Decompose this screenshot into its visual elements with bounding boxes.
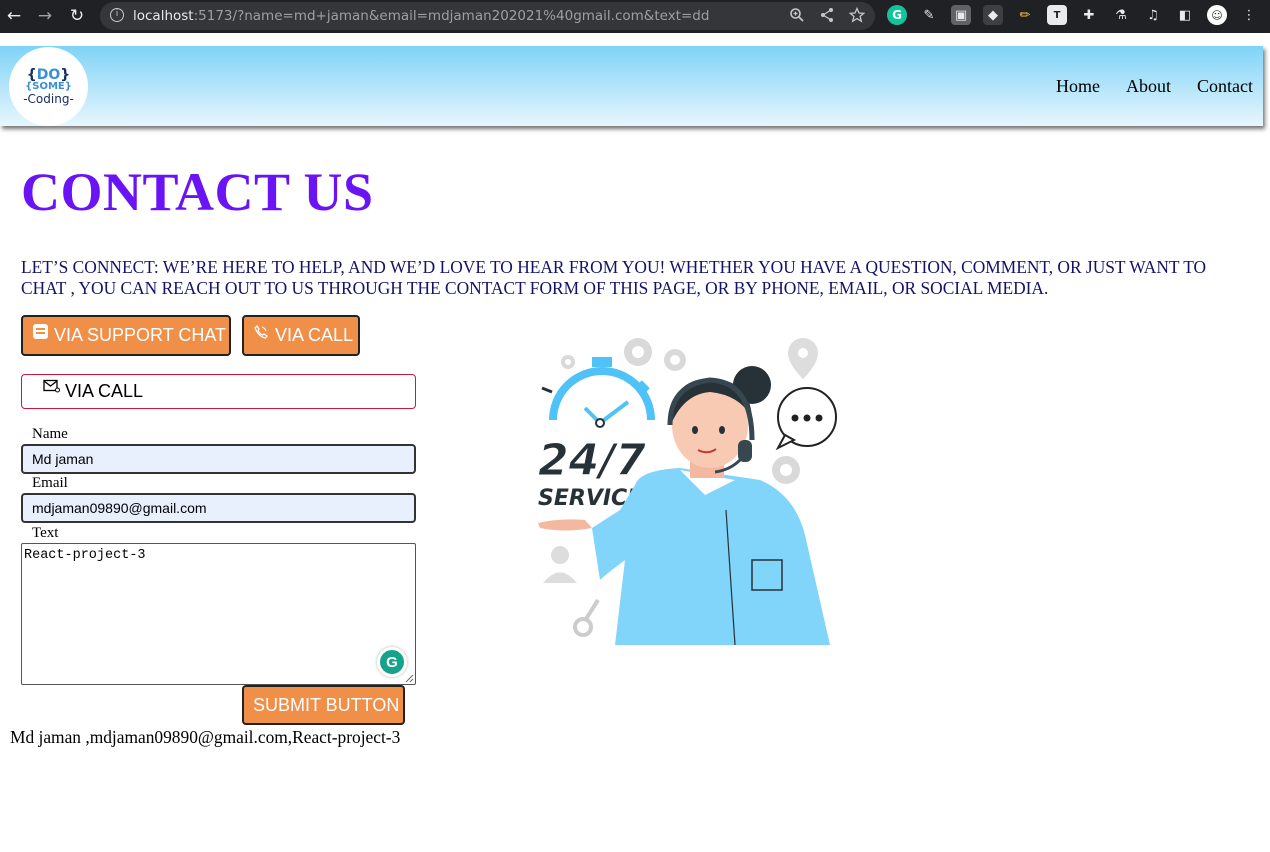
customer-service-illustration: 24/7 SERVICE bbox=[538, 338, 837, 645]
page-title: CONTACT US bbox=[21, 162, 374, 222]
site-info-icon[interactable]: i bbox=[110, 8, 124, 22]
name-label: Name bbox=[32, 426, 68, 442]
nav-about[interactable]: About bbox=[1126, 76, 1171, 97]
mail-icon bbox=[43, 379, 60, 397]
grammarly-extension-icon[interactable]: G bbox=[887, 5, 907, 25]
address-bar[interactable]: i localhost:5173/?name=md+jaman&email=md… bbox=[100, 2, 875, 30]
browser-toolbar: ← → ↻ i localhost:5173/?name=md+jaman&em… bbox=[0, 0, 1270, 33]
resize-handle-icon[interactable] bbox=[405, 674, 414, 683]
phone-icon bbox=[253, 324, 269, 340]
key-icon bbox=[573, 598, 600, 637]
media-icon[interactable]: ♫ bbox=[1143, 5, 1163, 25]
nav-contact[interactable]: Contact bbox=[1197, 76, 1253, 97]
extension-icon[interactable]: ▣ bbox=[951, 5, 971, 25]
illustration-24-7-text: 24/7 bbox=[538, 435, 646, 486]
email-input[interactable]: mdjaman09890@gmail.com bbox=[21, 493, 416, 523]
name-input[interactable]: Md jaman bbox=[21, 444, 416, 474]
pencil-extension-icon[interactable]: ✏ bbox=[1015, 5, 1035, 25]
zoom-icon[interactable] bbox=[789, 7, 805, 23]
submit-button[interactable]: SUBMIT BUTTON bbox=[242, 685, 405, 725]
speech-bubble-icon bbox=[775, 387, 837, 451]
url-text: localhost:5173/?name=md+jaman&email=mdja… bbox=[133, 8, 710, 24]
text-label: Text bbox=[32, 525, 59, 541]
bookmark-star-icon[interactable] bbox=[849, 7, 865, 23]
grammarly-icon[interactable]: G bbox=[377, 647, 407, 677]
forward-icon[interactable]: → bbox=[33, 4, 57, 28]
email-contact-button[interactable]: VIA CALL bbox=[21, 374, 416, 409]
extension-icon[interactable]: ◆ bbox=[983, 5, 1003, 25]
submitted-output: Md jaman ,mdjaman09890@gmail.com,React-p… bbox=[10, 727, 401, 747]
logo[interactable]: {DO} {SOME} -Coding- bbox=[9, 47, 88, 126]
support-chat-button[interactable]: VIA SUPPORT CHAT bbox=[21, 315, 231, 356]
main-nav: Home About Contact bbox=[1056, 76, 1253, 97]
profile-avatar[interactable]: ☺ bbox=[1207, 5, 1227, 25]
location-pin-icon bbox=[788, 338, 818, 379]
user-icon bbox=[543, 546, 577, 583]
call-button[interactable]: VIA CALL bbox=[242, 315, 360, 356]
text-extension-icon[interactable]: T bbox=[1047, 5, 1067, 25]
reload-icon[interactable]: ↻ bbox=[65, 4, 89, 28]
side-panel-icon[interactable]: ◧ bbox=[1175, 5, 1195, 25]
flask-icon[interactable]: ⚗ bbox=[1111, 5, 1131, 25]
menu-icon[interactable]: ⋮ bbox=[1239, 5, 1259, 25]
puzzle-icon[interactable]: ✚ bbox=[1079, 5, 1099, 25]
intro-text: LET’S CONNECT: WE’RE HERE TO HELP, AND W… bbox=[21, 257, 1207, 298]
share-icon[interactable] bbox=[819, 7, 835, 23]
nav-home[interactable]: Home bbox=[1056, 76, 1100, 97]
pen-extension-icon[interactable]: ✎ bbox=[919, 5, 939, 25]
site-header: {DO} {SOME} -Coding- Home About Contact bbox=[0, 46, 1263, 126]
chat-icon bbox=[32, 324, 48, 339]
stopwatch-icon bbox=[541, 357, 655, 428]
message-textarea[interactable]: React-project-3 bbox=[21, 543, 416, 685]
back-icon[interactable]: ← bbox=[2, 4, 26, 28]
email-label: Email bbox=[32, 475, 68, 491]
